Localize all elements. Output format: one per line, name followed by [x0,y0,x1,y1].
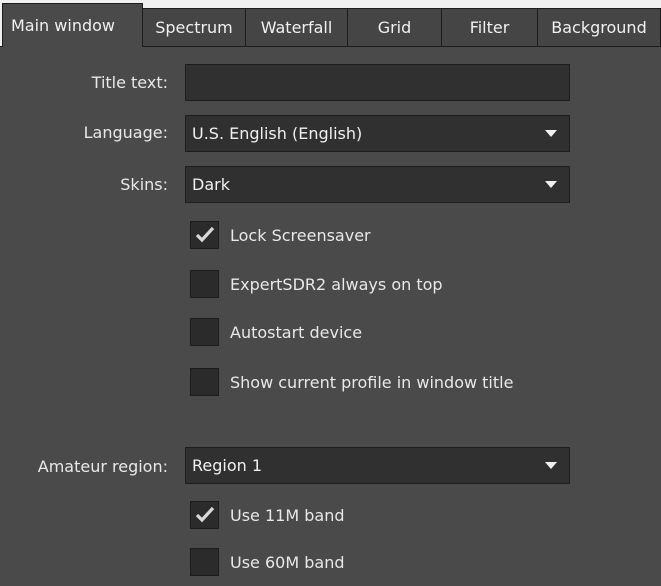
use-11m-band-checkbox[interactable]: Use 11M band [190,501,344,529]
skins-label: Skins: [120,175,168,194]
checkbox-box[interactable] [190,318,219,346]
show-profile-title-checkbox[interactable]: Show current profile in window title [190,368,513,396]
chevron-down-icon [545,181,557,188]
use-60m-band-label: Use 60M band [230,552,345,572]
main-window-panel: Title text: Language: U.S. English (Engl… [0,46,661,586]
amateur-region-select[interactable]: Region 1 [185,447,570,484]
show-profile-title-label: Show current profile in window title [230,372,514,392]
skins-value: Dark [192,175,230,194]
tab-main-window[interactable]: Main window [2,3,143,47]
always-on-top-label: ExpertSDR2 always on top [230,274,443,294]
lock-screensaver-checkbox[interactable]: Lock Screensaver [190,221,371,249]
checkbox-box[interactable] [190,270,219,298]
title-text-label: Title text: [91,73,168,92]
checkbox-box[interactable] [190,221,219,249]
use-60m-band-checkbox[interactable]: Use 60M band [190,548,344,576]
checkbox-box[interactable] [190,368,219,396]
tab-bar: Main window Spectrum Waterfall Grid Filt… [0,0,661,47]
autostart-device-label: Autostart device [230,322,363,342]
tab-background[interactable]: Background [537,8,661,46]
title-text-input[interactable] [185,64,570,101]
amateur-region-value: Region 1 [192,456,263,475]
tab-filter[interactable]: Filter [441,8,538,46]
checkbox-box[interactable] [190,501,219,529]
use-11m-band-label: Use 11M band [230,505,345,525]
checkmark-icon [195,506,215,523]
tab-grid[interactable]: Grid [347,8,442,46]
language-select[interactable]: U.S. English (English) [185,115,570,152]
always-on-top-checkbox[interactable]: ExpertSDR2 always on top [190,270,443,298]
tab-waterfall[interactable]: Waterfall [245,8,348,46]
checkmark-icon [195,226,215,243]
autostart-device-checkbox[interactable]: Autostart device [190,318,362,346]
checkbox-box[interactable] [190,548,219,576]
lock-screensaver-label: Lock Screensaver [230,225,371,245]
language-value: U.S. English (English) [192,124,363,143]
skins-select[interactable]: Dark [185,166,570,203]
amateur-region-label: Amateur region: [37,457,168,476]
chevron-down-icon [545,462,557,469]
language-label: Language: [83,123,168,142]
tab-spectrum[interactable]: Spectrum [142,8,246,46]
chevron-down-icon [545,130,557,137]
